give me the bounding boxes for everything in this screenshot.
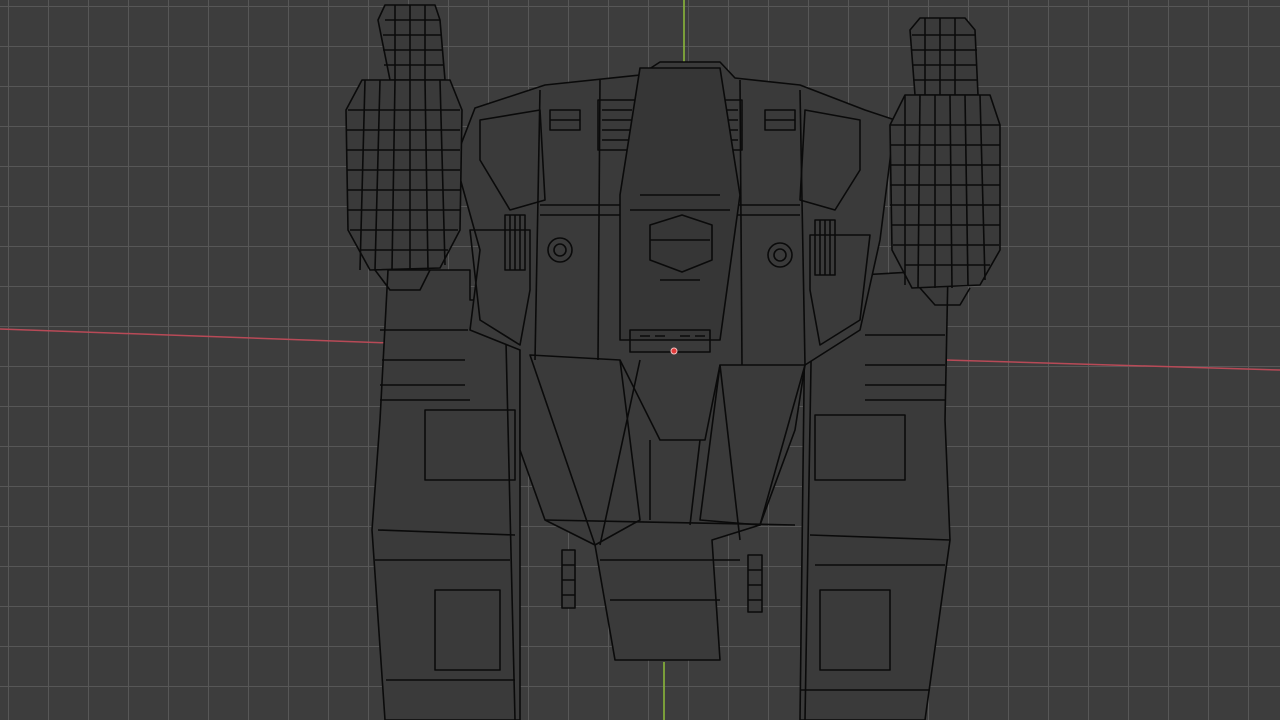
spaceship-mesh[interactable] bbox=[345, 4, 1001, 720]
right-engine[interactable] bbox=[889, 17, 1001, 306]
left-engine[interactable] bbox=[345, 4, 463, 291]
viewport-canvas[interactable] bbox=[0, 0, 1280, 720]
x-axis-line-right bbox=[944, 359, 1280, 371]
left-cannon[interactable] bbox=[561, 549, 576, 609]
3d-viewport[interactable] bbox=[0, 0, 1280, 720]
origin-point[interactable] bbox=[670, 347, 678, 355]
x-axis-line-left bbox=[0, 328, 391, 344]
right-cannon[interactable] bbox=[747, 554, 763, 613]
